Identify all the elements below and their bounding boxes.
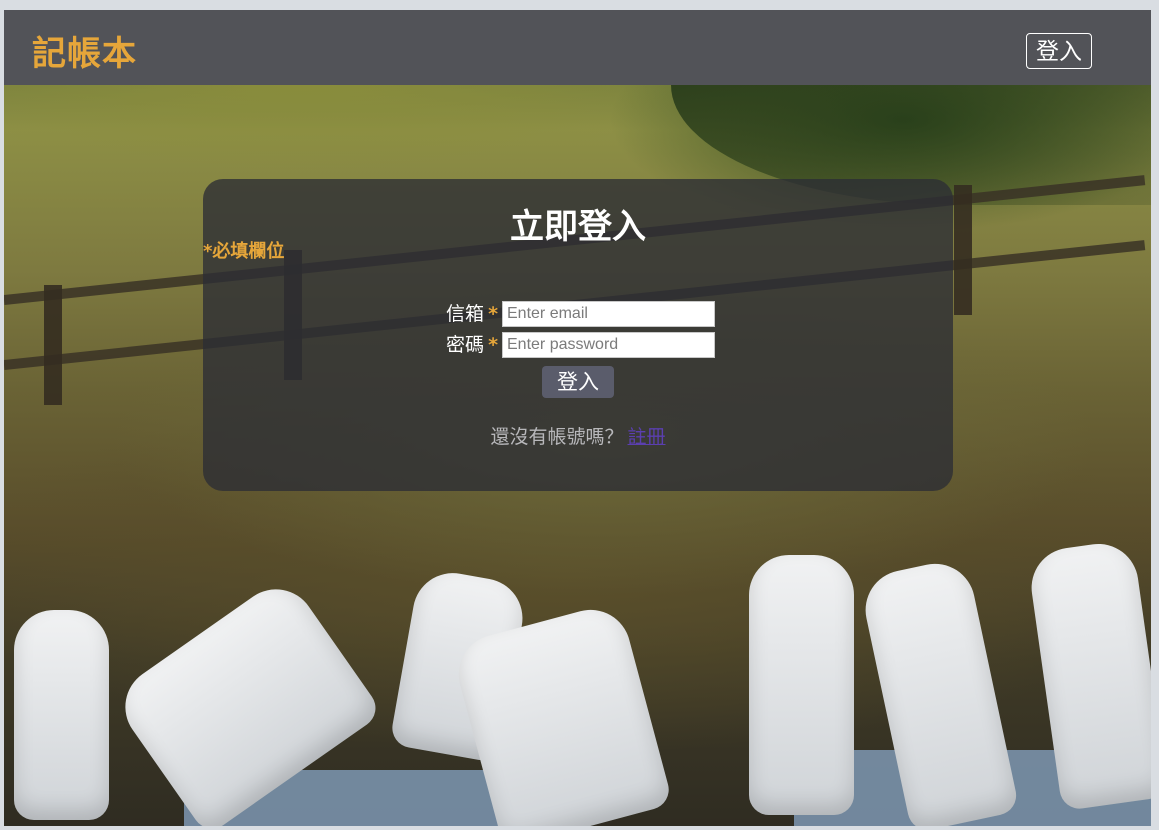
email-row: 信箱 * (203, 301, 953, 329)
password-label-text: 密碼 (446, 334, 485, 356)
brand-logo-text[interactable]: 記帳本 (32, 26, 137, 75)
login-submit-button[interactable]: 登入 (542, 366, 614, 398)
required-fields-note: *必填欄位 (203, 241, 285, 262)
required-star-icon: * (488, 303, 498, 325)
email-label-text: 信箱 (446, 303, 485, 325)
nav-login-button[interactable]: 登入 (1026, 33, 1092, 69)
background-fence-post (954, 185, 972, 315)
signup-prompt-text: 還沒有帳號嗎？ (490, 426, 624, 448)
login-title: 立即登入 (510, 207, 646, 247)
background-fence-post (44, 285, 62, 405)
email-label: 信箱 * (446, 301, 498, 327)
page-frame: 記帳本 登入 立即登入 *必填欄位 信箱* 密碼* 登入 還沒有帳號嗎？註冊 (4, 10, 1151, 826)
password-input[interactable] (502, 332, 715, 358)
background-shoe (14, 610, 109, 820)
background-shoe (749, 555, 854, 815)
signup-link[interactable]: 註冊 (628, 426, 666, 448)
email-input[interactable] (502, 301, 715, 327)
login-card: 立即登入 *必填欄位 信箱* 密碼* 登入 還沒有帳號嗎？註冊 (203, 179, 953, 491)
signup-prompt-line: 還沒有帳號嗎？ 註冊 (203, 422, 953, 449)
password-row: 密碼 * (203, 332, 953, 360)
required-star-icon: * (488, 334, 498, 356)
password-label: 密碼 * (446, 332, 498, 358)
top-navbar: 記帳本 登入 (4, 10, 1151, 85)
